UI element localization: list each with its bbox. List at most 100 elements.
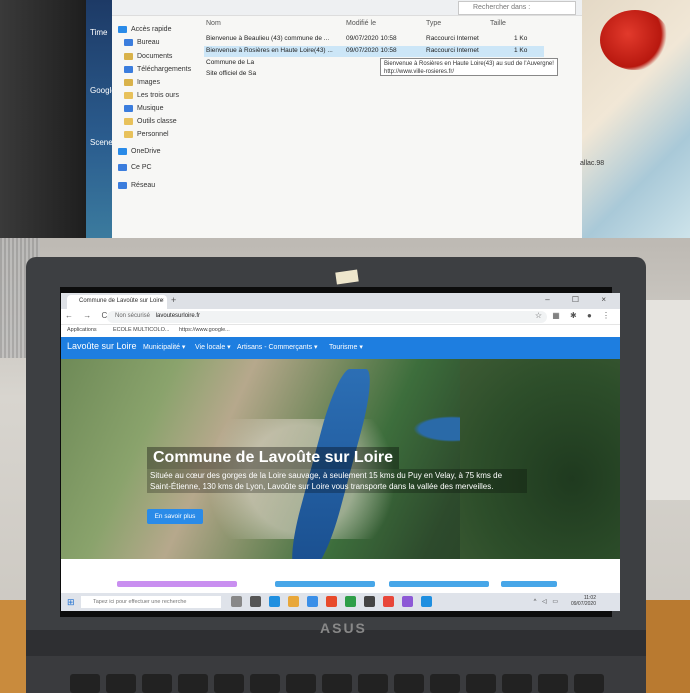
new-tab-button[interactable]: + bbox=[171, 295, 176, 305]
browser-tab[interactable]: Commune de Lavoûte sur Loire × bbox=[67, 295, 167, 309]
taskbar-app-icon[interactable] bbox=[288, 596, 299, 607]
keyboard-key bbox=[574, 674, 604, 693]
hero-forest bbox=[460, 359, 620, 559]
folder-icon bbox=[118, 148, 127, 155]
taskbar-app-icon[interactable] bbox=[345, 596, 356, 607]
taskbar-app-icon[interactable] bbox=[383, 596, 394, 607]
folder-icon bbox=[124, 105, 133, 112]
explorer-search-input[interactable]: Rechercher dans : bbox=[458, 1, 576, 15]
file-row[interactable]: Bienvenue à Rosières en Haute Loire(43) … bbox=[204, 46, 544, 57]
nav-item[interactable]: Personnel bbox=[124, 131, 169, 138]
card-bar[interactable] bbox=[275, 581, 375, 587]
card-bar[interactable] bbox=[501, 581, 557, 587]
hero-title-box: Commune de Lavoûte sur Loire bbox=[147, 447, 400, 469]
desktop-icon-label[interactable]: Time bbox=[90, 28, 108, 37]
menu-artisans[interactable]: Artisans - Commerçants ▾ bbox=[237, 343, 318, 351]
learn-more-button[interactable]: En savoir plus bbox=[147, 509, 203, 524]
nav-item[interactable]: Documents bbox=[124, 53, 172, 60]
menu-municipalite[interactable]: Municipalité ▾ bbox=[143, 343, 185, 351]
nav-item[interactable]: Accès rapide bbox=[118, 26, 171, 33]
nav-item[interactable]: Réseau bbox=[118, 182, 155, 189]
explorer-toolbar: Rechercher dans : bbox=[112, 0, 582, 16]
navigation-buttons[interactable]: ← → C bbox=[65, 311, 111, 320]
file-type: Raccourci Internet bbox=[426, 35, 479, 42]
keyboard-key bbox=[286, 674, 316, 693]
file-name: Bienvenue à Beaulieu (43) commune de ... bbox=[206, 35, 330, 42]
tooltip-url: http://www.ville-rosieres.fr/ bbox=[384, 69, 455, 75]
system-clock[interactable]: 11:02 09/07/2020 bbox=[571, 595, 596, 607]
hero-subtitle: Située au cœur des gorges de la Loire sa… bbox=[147, 469, 527, 493]
card-bar[interactable] bbox=[389, 581, 489, 587]
table bbox=[640, 600, 690, 693]
taskbar-app-icon[interactable] bbox=[326, 596, 337, 607]
folder-icon bbox=[118, 164, 127, 171]
windows-start-icon[interactable]: ⊞ bbox=[67, 597, 75, 608]
desktop-icon-label[interactable]: Scene bbox=[90, 138, 113, 147]
keyboard-key bbox=[178, 674, 208, 693]
bookmark-item[interactable]: https://www.google... bbox=[179, 327, 230, 333]
keyboard-key bbox=[106, 674, 136, 693]
hero-banner: Commune de Lavoûte sur Loire Située au c… bbox=[61, 359, 620, 559]
nav-item-label: Téléchargements bbox=[137, 66, 192, 73]
windows-taskbar: ⊞ Tapez ici pour effectuer une recherche… bbox=[61, 593, 620, 611]
security-indicator[interactable]: Non sécurisé bbox=[115, 313, 150, 319]
taskbar-app-icon[interactable] bbox=[269, 596, 280, 607]
nav-item[interactable]: Images bbox=[124, 79, 160, 86]
close-icon[interactable]: × bbox=[160, 298, 164, 304]
card-bar[interactable] bbox=[117, 581, 237, 587]
bookmark-item[interactable]: Applications bbox=[67, 327, 97, 333]
file-explorer-window: Rechercher dans : Accès rapide Bureau Docu… bbox=[112, 0, 582, 238]
keyboard-key bbox=[538, 674, 568, 693]
nav-item-label: Accès rapide bbox=[131, 26, 172, 33]
bookmark-item[interactable]: ECOLE MULTICOLO... bbox=[113, 327, 169, 333]
site-brand[interactable]: Lavoûte sur Loire bbox=[67, 341, 137, 351]
nav-item[interactable]: Musique bbox=[124, 105, 163, 112]
wall bbox=[640, 300, 690, 500]
clock-date: 09/07/2020 bbox=[570, 601, 596, 607]
nav-item[interactable]: Outils classe bbox=[124, 118, 177, 125]
file-row[interactable]: Bienvenue à Beaulieu (43) commune de ...… bbox=[204, 34, 544, 45]
folder-icon bbox=[124, 92, 133, 99]
tab-title: Commune de Lavoûte sur Loire bbox=[79, 298, 164, 304]
menu-tourisme[interactable]: Tourisme ▾ bbox=[329, 343, 363, 351]
menu-vie-locale[interactable]: Vie locale ▾ bbox=[195, 343, 231, 351]
tray-icons[interactable]: ^ ◁ ▭ bbox=[534, 598, 560, 605]
nav-item-label: OneDrive bbox=[131, 148, 161, 155]
nav-item-label: Outils classe bbox=[137, 118, 177, 125]
folder-icon bbox=[124, 131, 133, 138]
nav-item[interactable]: Ce PC bbox=[118, 164, 152, 171]
keyboard-key bbox=[250, 674, 280, 693]
tooltip-title: Bienvenue à Rosières en Haute Loire(43) … bbox=[384, 61, 554, 67]
column-size-header[interactable]: Taille bbox=[490, 20, 506, 27]
site-navbar: Lavoûte sur Loire Municipalité ▾ Vie loc… bbox=[61, 337, 620, 359]
folder-icon bbox=[124, 118, 133, 125]
desktop-icon-label[interactable]: Google bbox=[90, 86, 116, 95]
nav-item[interactable]: Bureau bbox=[124, 39, 160, 46]
explorer-column-headers: Nom Modifié le Type Taille bbox=[204, 18, 582, 32]
taskbar-app-icon[interactable] bbox=[231, 596, 242, 607]
taskbar-app-icon[interactable] bbox=[307, 596, 318, 607]
taskbar-app-icon[interactable] bbox=[364, 596, 375, 607]
column-name-header[interactable]: Nom bbox=[206, 20, 221, 27]
taskbar-app-icon[interactable] bbox=[421, 596, 432, 607]
folder-icon bbox=[118, 26, 127, 33]
nav-item-label: Personnel bbox=[137, 131, 169, 138]
taskbar-app-icon[interactable] bbox=[250, 596, 261, 607]
url-text: lavoutesurloire.fr bbox=[155, 313, 201, 319]
taskbar-app-icon[interactable] bbox=[402, 596, 413, 607]
monitor-bezel bbox=[0, 0, 86, 238]
nav-item[interactable]: Téléchargements bbox=[124, 66, 191, 73]
column-modified-header[interactable]: Modifié le bbox=[346, 20, 376, 27]
taskbar-apps bbox=[231, 596, 432, 607]
file-name: Commune de La bbox=[206, 59, 255, 66]
toolbar-icons[interactable]: ☆ ▦ ✱ ● ⋮ bbox=[535, 311, 614, 320]
window-controls[interactable]: – ☐ × bbox=[545, 295, 616, 304]
nav-item-label: Documents bbox=[137, 53, 173, 60]
taskbar-search-input[interactable]: Tapez ici pour effectuer une recherche bbox=[81, 596, 221, 608]
desktop-icon-label[interactable]: allac.98 bbox=[580, 160, 604, 167]
address-bar[interactable]: Non sécurisé lavoutesurloire.fr bbox=[107, 311, 547, 323]
nav-item[interactable]: Les trois ours bbox=[124, 92, 179, 99]
file-size: 1 Ko bbox=[514, 47, 528, 54]
column-type-header[interactable]: Type bbox=[426, 20, 441, 27]
nav-item[interactable]: OneDrive bbox=[118, 148, 161, 155]
